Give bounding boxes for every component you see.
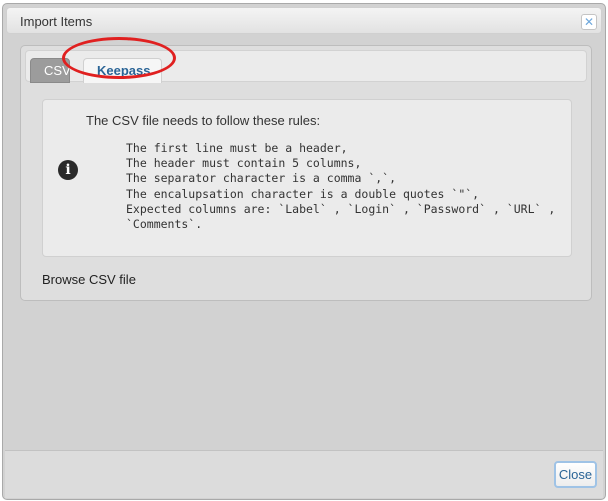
rule-line: The encalupsation character is a double … [126,186,480,201]
info-icon: i [58,160,78,180]
close-button[interactable]: Close [554,461,597,488]
tab-keepass[interactable]: Keepass [83,58,162,83]
import-items-dialog: Import Items ✕ CSV Keepass The CSV file … [2,3,606,500]
csv-rules-box: The CSV file needs to follow these rules… [42,99,572,257]
rule-line: The first line must be a header, [126,141,348,155]
rule-line: Expected columns are: `Label` , `Login` … [126,201,556,216]
rule-line: The header must contain 5 columns, [126,156,362,171]
rule-line: The separator character is a comma `,`, [126,171,397,186]
rule-line: `Comments`. [126,217,203,232]
dialog-titlebar: Import Items ✕ [6,7,602,34]
close-x-icon[interactable]: ✕ [581,14,597,30]
dialog-title: Import Items [20,14,93,29]
tab-bar: CSV Keepass [25,50,587,83]
rules-heading: The CSV file needs to follow these rules… [86,113,321,128]
browse-csv-file[interactable]: Browse CSV file [42,272,136,287]
rules-list: The first line must be a header, The hea… [126,141,555,232]
dialog-footer: Close [5,450,603,498]
tab-csv[interactable]: CSV [30,58,71,83]
content-panel: CSV Keepass The CSV file needs to follow… [20,45,592,301]
